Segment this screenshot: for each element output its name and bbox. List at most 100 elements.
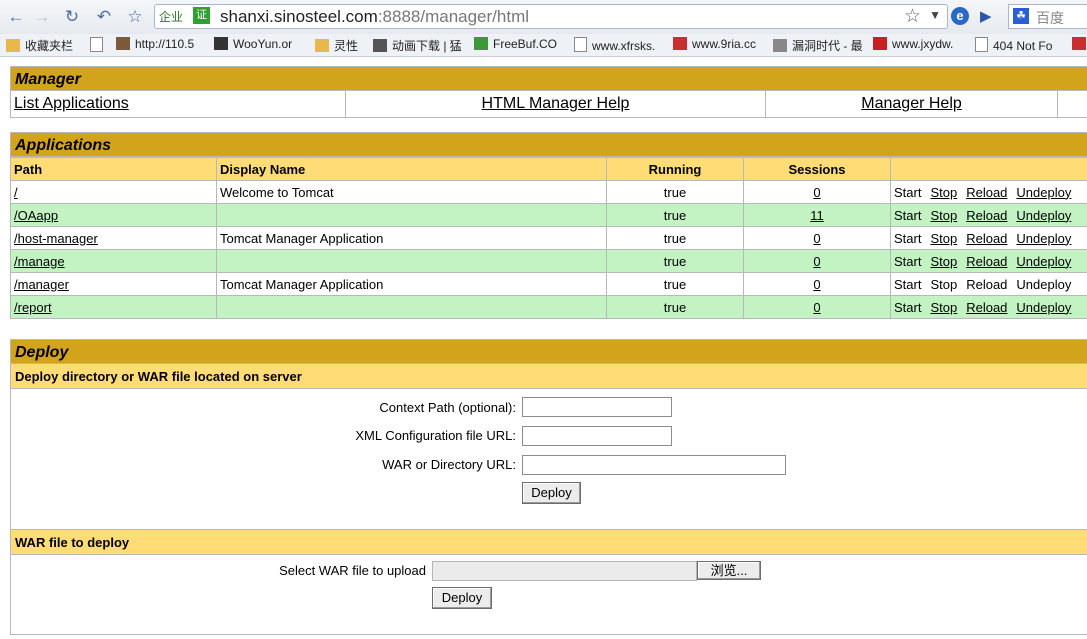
undeploy-link[interactable]: Undeploy: [1016, 185, 1071, 200]
address-bar[interactable]: 企业 证 shanxi.sinosteel.com:8888/manager/h…: [154, 4, 948, 29]
site-icon: [474, 37, 488, 50]
manager-help-link[interactable]: Manager Help: [861, 95, 962, 112]
app-path-link[interactable]: /host-manager: [14, 231, 98, 246]
upload-deploy-button[interactable]: Deploy: [432, 587, 492, 609]
app-path-link[interactable]: /OAapp: [14, 208, 58, 223]
undeploy-link[interactable]: Undeploy: [1016, 208, 1071, 223]
search-placeholder: 百度: [1036, 10, 1064, 26]
refresh-icon[interactable]: ↻: [60, 6, 84, 28]
reload-link[interactable]: Reload: [966, 208, 1007, 223]
running-cell: true: [606, 272, 744, 296]
context-path-input[interactable]: [522, 397, 672, 417]
undeploy-link[interactable]: Undeploy: [1016, 300, 1071, 315]
deploy-header: Deploy: [10, 339, 1087, 364]
commands-cell: Start Stop Reload Undeploy: [890, 180, 1087, 204]
running-cell: true: [606, 203, 744, 227]
path-header: Path: [10, 157, 217, 181]
bookmark-item[interactable]: 404 Not Fo: [975, 37, 1052, 53]
reload-command: Reload: [966, 276, 1008, 292]
bookmark-folder[interactable]: 收藏夹栏: [6, 37, 73, 54]
favorite-star-icon[interactable]: ☆: [123, 6, 147, 28]
app-path-link[interactable]: /report: [14, 300, 52, 315]
display-name-cell: [216, 203, 607, 227]
display-name-cell: [216, 295, 607, 319]
stop-command: Stop: [930, 276, 958, 292]
undeploy-link[interactable]: Undeploy: [1016, 231, 1071, 246]
running-header: Running: [606, 157, 744, 181]
sessions-link[interactable]: 0: [813, 300, 820, 315]
start-command: Start: [894, 207, 922, 223]
bookmark-item[interactable]: [90, 37, 108, 53]
ie-compat-icon[interactable]: e: [951, 7, 969, 25]
reload-link[interactable]: Reload: [966, 254, 1007, 269]
undo-icon[interactable]: ↶: [92, 6, 116, 28]
nav-cell: HTML Manager Help: [346, 91, 766, 117]
war-url-input[interactable]: [522, 455, 786, 475]
nav-cell: List Applications: [11, 91, 347, 117]
sessions-link[interactable]: 0: [813, 231, 820, 246]
sessions-header: Sessions: [743, 157, 891, 181]
display-name-cell: Tomcat Manager Application: [216, 272, 607, 296]
bookmark-item[interactable]: www.9ria.cc: [673, 37, 756, 51]
list-applications-link[interactable]: List Applications: [14, 95, 129, 112]
reload-link[interactable]: Reload: [966, 231, 1007, 246]
chevron-down-icon[interactable]: ▼: [929, 8, 941, 22]
upload-label: Select WAR file to upload: [279, 563, 426, 578]
stop-link[interactable]: Stop: [930, 231, 957, 246]
site-icon: [873, 37, 887, 50]
applications-table: Path Display Name Running Sessions C / W…: [10, 157, 1087, 319]
forward-icon[interactable]: →: [30, 6, 54, 28]
search-box[interactable]: ☘ 百度: [1008, 4, 1087, 29]
app-path-link[interactable]: /manager: [14, 277, 69, 292]
sessions-link[interactable]: 0: [813, 254, 820, 269]
reload-link[interactable]: Reload: [966, 185, 1007, 200]
bookmark-star-icon[interactable]: ☆: [904, 5, 921, 28]
bookmark-item[interactable]: WooYun.or: [214, 37, 292, 51]
bookmark-item[interactable]: [1072, 37, 1087, 51]
app-path-link[interactable]: /: [14, 185, 18, 200]
bookmark-item[interactable]: www.xfrsks.: [574, 37, 655, 53]
table-row: /host-manager Tomcat Manager Application…: [10, 226, 1087, 250]
app-path-link[interactable]: /manage: [14, 254, 65, 269]
war-upload-section-header: WAR file to deploy: [10, 530, 1087, 555]
site-icon: [214, 37, 228, 50]
sessions-link[interactable]: 11: [810, 208, 824, 223]
html-manager-help-link[interactable]: HTML Manager Help: [482, 95, 630, 112]
ev-label: 企业: [159, 10, 184, 24]
reload-link[interactable]: Reload: [966, 300, 1007, 315]
running-cell: true: [606, 180, 744, 204]
table-row: /manager Tomcat Manager Application true…: [10, 272, 1087, 296]
manager-header: Manager: [10, 66, 1087, 91]
url-text[interactable]: shanxi.sinosteel.com:8888/manager/html: [220, 7, 529, 27]
context-path-label: Context Path (optional):: [379, 400, 516, 415]
table-row: /manage true 0 Start Stop Reload Undeploy: [10, 249, 1087, 273]
go-icon[interactable]: ▶: [980, 7, 992, 25]
running-cell: true: [606, 226, 744, 250]
sessions-link[interactable]: 0: [813, 277, 820, 292]
stop-link[interactable]: Stop: [930, 185, 957, 200]
deploy-button[interactable]: Deploy: [522, 482, 581, 504]
sessions-link[interactable]: 0: [813, 185, 820, 200]
bookmarks-bar: 收藏夹栏 http://110.5 WooYun.or 灵性 动画下载 | 猛 …: [0, 34, 1087, 57]
back-icon[interactable]: ←: [4, 6, 28, 28]
table-row: /OAapp true 11 Start Stop Reload Undeploy: [10, 203, 1087, 227]
commands-cell: Start Stop Reload Undeploy: [890, 249, 1087, 273]
table-header-row: Path Display Name Running Sessions C: [10, 157, 1087, 181]
war-file-input[interactable]: [432, 561, 697, 581]
bookmark-item[interactable]: 动画下载 | 猛: [373, 37, 462, 54]
site-icon: [116, 37, 130, 50]
bookmark-item[interactable]: FreeBuf.CO: [474, 37, 557, 51]
stop-link[interactable]: Stop: [930, 208, 957, 223]
bookmark-item[interactable]: 灵性: [315, 37, 358, 54]
bookmark-item[interactable]: 漏洞时代 - 最: [773, 37, 863, 54]
commands-cell: Start Stop Reload Undeploy: [890, 203, 1087, 227]
page-icon: [975, 37, 988, 52]
stop-link[interactable]: Stop: [930, 300, 957, 315]
xml-config-input[interactable]: [522, 426, 672, 446]
browse-button[interactable]: 浏览...: [697, 561, 761, 580]
stop-link[interactable]: Stop: [930, 254, 957, 269]
deploy-server-form: Context Path (optional): XML Configurati…: [10, 389, 1087, 530]
undeploy-link[interactable]: Undeploy: [1016, 254, 1071, 269]
bookmark-item[interactable]: www.jxydw.: [873, 37, 953, 51]
bookmark-item[interactable]: http://110.5: [116, 37, 194, 51]
